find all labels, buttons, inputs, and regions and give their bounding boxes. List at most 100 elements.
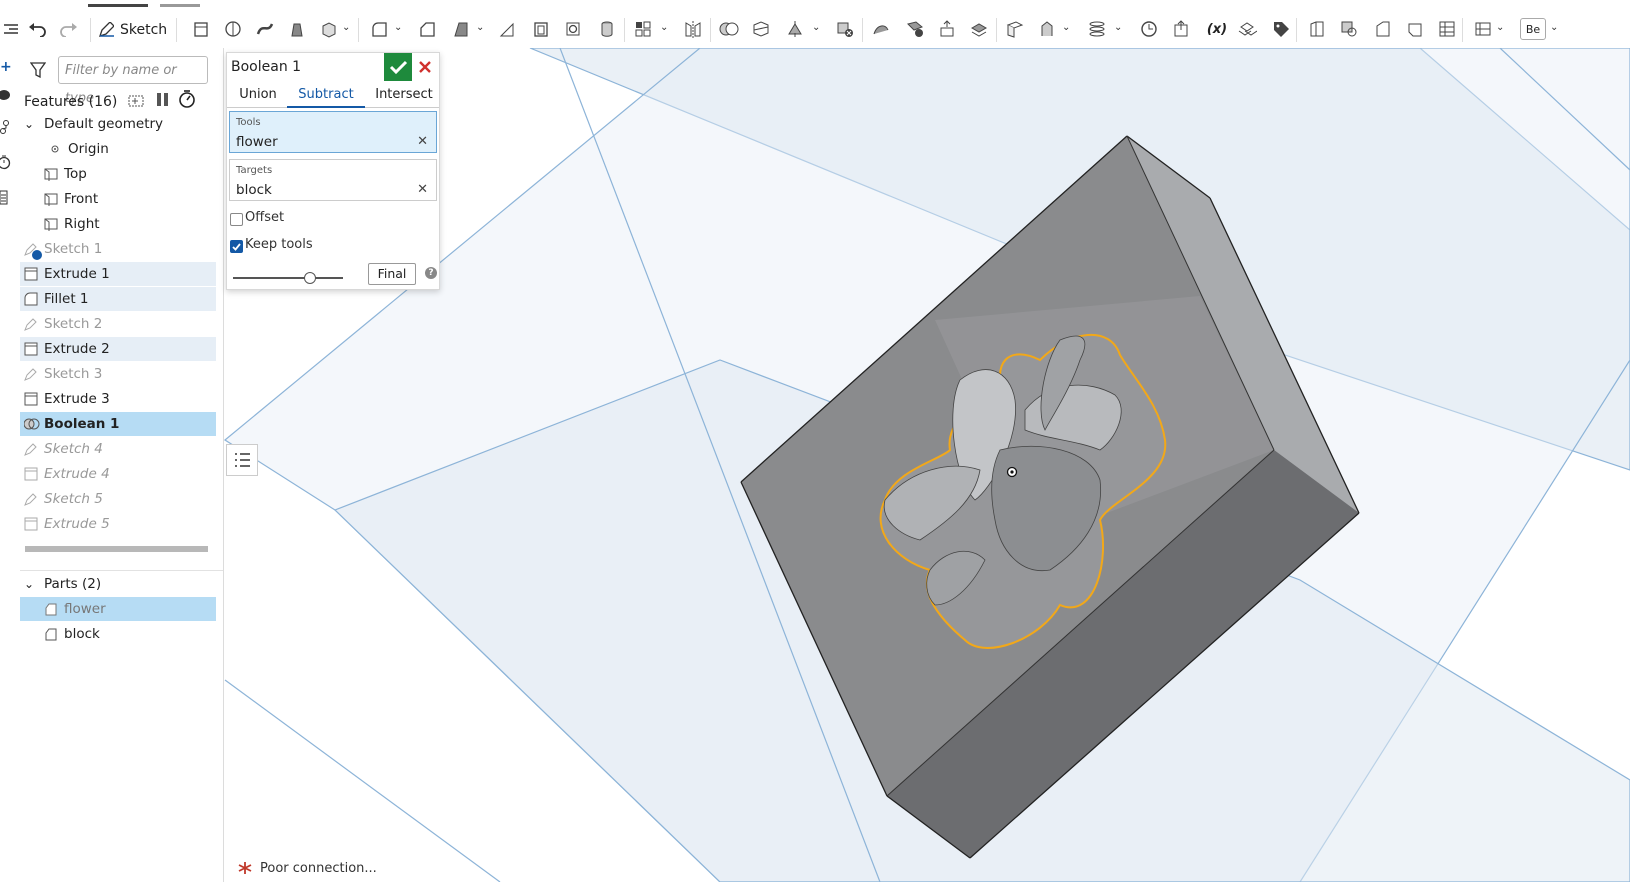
feature-item-right[interactable]: Right: [20, 212, 216, 236]
flange-icon[interactable]: [1338, 18, 1360, 40]
chevron-down-icon[interactable]: ⌄: [24, 117, 38, 131]
chevron-down-icon[interactable]: ⌄: [660, 22, 668, 33]
draft-icon[interactable]: [450, 18, 472, 40]
split-icon[interactable]: [750, 18, 772, 40]
loft-icon[interactable]: [286, 18, 308, 40]
transform-icon[interactable]: [784, 18, 806, 40]
rollback-slider-track[interactable]: [233, 277, 343, 279]
final-button[interactable]: Final: [368, 263, 416, 285]
tab-feature-icon[interactable]: [1372, 18, 1394, 40]
chevron-down-icon[interactable]: ⌄: [476, 22, 484, 33]
list-icon[interactable]: [0, 190, 14, 205]
feature-item-sketch-4[interactable]: Sketch 4: [20, 437, 216, 461]
filter-icon[interactable]: [29, 62, 47, 82]
add-folder-icon[interactable]: [128, 92, 146, 112]
delete-part-icon[interactable]: [834, 18, 856, 40]
keep-tools-checkbox[interactable]: [230, 240, 243, 253]
feature-item-sketch-2[interactable]: Sketch 2: [20, 312, 216, 336]
toolbar-separator: [624, 18, 625, 42]
feature-item-extrude-2[interactable]: Extrude 2: [20, 337, 216, 361]
pattern-icon[interactable]: [632, 18, 654, 40]
rollback-timer-icon[interactable]: [178, 90, 196, 112]
frame-icon[interactable]: [1472, 18, 1494, 40]
feature-item-origin[interactable]: Origin: [20, 137, 216, 161]
tab-intersect[interactable]: Intersect: [371, 83, 437, 106]
corner-icon[interactable]: [1404, 18, 1426, 40]
feature-item-extrude-1[interactable]: Extrude 1: [20, 262, 216, 286]
fillet-icon[interactable]: [368, 18, 390, 40]
targets-field[interactable]: Targets block ✕: [229, 159, 437, 201]
mirror-icon[interactable]: [682, 18, 704, 40]
feature-item-extrude-3[interactable]: Extrude 3: [20, 387, 216, 411]
clear-tools-icon[interactable]: ✕: [417, 134, 428, 149]
add-icon[interactable]: +: [0, 60, 14, 74]
tag-icon[interactable]: [1270, 18, 1292, 40]
stopwatch-icon[interactable]: [0, 154, 14, 170]
revolve-icon[interactable]: [222, 18, 244, 40]
feature-item-boolean-1[interactable]: Boolean 1: [20, 412, 216, 436]
chevron-down-icon[interactable]: ⌄: [394, 22, 402, 33]
chevron-down-icon[interactable]: ⌄: [1496, 22, 1504, 33]
replace-face-icon[interactable]: [968, 18, 990, 40]
rollback-slider-handle[interactable]: [304, 272, 316, 284]
redo-icon[interactable]: [58, 18, 80, 40]
part-item-block[interactable]: block: [20, 622, 216, 646]
feature-item-extrude-5[interactable]: Extrude 5: [20, 512, 216, 536]
hole-icon[interactable]: [562, 18, 584, 40]
appearance-button[interactable]: Be: [1520, 18, 1546, 40]
menu-icon[interactable]: [0, 18, 22, 40]
helix-icon[interactable]: [1086, 18, 1108, 40]
cylinder-icon[interactable]: [596, 18, 618, 40]
ok-button[interactable]: [384, 53, 412, 81]
feature-item-sketch-3[interactable]: Sketch 3: [20, 362, 216, 386]
table-icon[interactable]: [1436, 18, 1458, 40]
offset-checkbox[interactable]: [230, 213, 243, 226]
graph-icon[interactable]: [0, 120, 14, 134]
chevron-down-icon[interactable]: ⌄: [812, 22, 820, 33]
feature-item-sketch-5[interactable]: Sketch 5: [20, 487, 216, 511]
chevron-down-icon[interactable]: ⌄: [1062, 22, 1070, 33]
feature-item-top[interactable]: Top: [20, 162, 216, 186]
cancel-button[interactable]: [415, 57, 435, 77]
sweep-icon[interactable]: [254, 18, 276, 40]
chevron-down-icon[interactable]: ⌄: [342, 22, 350, 33]
sketch-button[interactable]: Sketch: [98, 18, 167, 42]
chamfer-icon[interactable]: [416, 18, 438, 40]
measure-icon[interactable]: [1138, 18, 1160, 40]
move-face-icon[interactable]: [936, 18, 958, 40]
boolean-icon[interactable]: [718, 18, 740, 40]
feature-item-fillet-1[interactable]: Fillet 1: [20, 287, 216, 311]
chevron-down-icon[interactable]: ⌄: [1550, 22, 1558, 33]
mate-connector-icon[interactable]: [1036, 18, 1058, 40]
undo-icon[interactable]: [26, 18, 48, 40]
part-item-flower[interactable]: flower: [20, 597, 216, 621]
rib-icon[interactable]: [496, 18, 518, 40]
chevron-down-icon[interactable]: ⌄: [24, 577, 38, 591]
shell-icon[interactable]: [530, 18, 552, 40]
thicken-icon[interactable]: [318, 18, 340, 40]
derived-icon[interactable]: [1236, 18, 1258, 40]
appearance-panel-icon[interactable]: [0, 88, 14, 102]
extrude-icon[interactable]: [190, 18, 212, 40]
feature-item-front[interactable]: Front: [20, 187, 216, 211]
pause-icon[interactable]: [156, 92, 170, 112]
tab-union[interactable]: Union: [233, 83, 283, 106]
sheet-metal-icon[interactable]: [1306, 18, 1328, 40]
variable-icon[interactable]: (x): [1202, 18, 1232, 40]
insert-icon[interactable]: [1170, 18, 1192, 40]
tools-field[interactable]: Tools flower ✕: [229, 111, 437, 153]
delete-face-icon[interactable]: [904, 18, 926, 40]
parts-group[interactable]: ⌄ Parts (2): [20, 572, 216, 596]
default-geometry-group[interactable]: ⌄ Default geometry: [20, 112, 216, 136]
chevron-down-icon[interactable]: ⌄: [1114, 22, 1122, 33]
list-toggle-button[interactable]: [226, 444, 258, 476]
clear-targets-icon[interactable]: ✕: [417, 182, 428, 197]
feature-item-extrude-4[interactable]: Extrude 4: [20, 462, 216, 486]
filter-input[interactable]: Filter by name or type: [58, 56, 208, 106]
tab-subtract[interactable]: Subtract: [287, 83, 365, 108]
rollback-bar[interactable]: [25, 546, 208, 552]
modify-fillet-icon[interactable]: [870, 18, 892, 40]
help-icon[interactable]: ?: [425, 267, 437, 279]
plane-icon[interactable]: [1004, 18, 1026, 40]
feature-item-sketch-1[interactable]: Sketch 1: [20, 237, 216, 261]
